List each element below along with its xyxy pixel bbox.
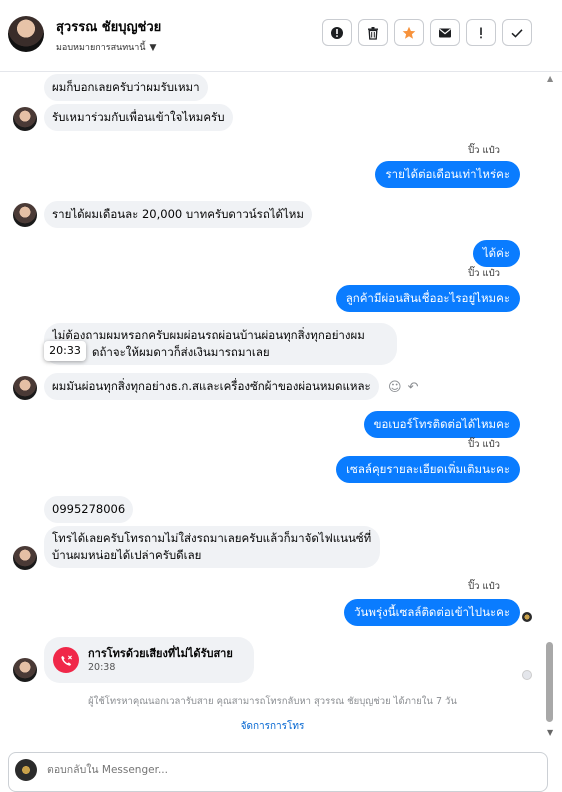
outgoing-message[interactable]: วันพรุ่งนี้เซลล์ติดต่อเข้าไปนะคะ [344,599,520,626]
contact-avatar-small [13,203,37,227]
sender-name: ปิ๊ว แป๋ว [468,145,500,156]
contact-avatar-small [13,107,37,131]
outgoing-message[interactable]: ได้ค่ะ [472,240,520,267]
missed-call-card[interactable]: การโทรด้วยเสียงที่ไม่ได้รับสาย 20:38 [44,637,254,683]
contact-avatar-small [13,546,37,570]
missed-call-title: การโทรด้วยเสียงที่ไม่ได้รับสาย [88,647,233,660]
page-avatar [15,759,37,781]
sender-name: ปิ๊ว แป๋ว [468,439,500,450]
incoming-message[interactable]: ไม่ต้องถามผมหรอกครับผมผ่อนรถผ่อนบ้านผ่อน… [44,323,397,365]
contact-avatar[interactable] [8,16,44,52]
assign-conversation-dropdown[interactable]: มอบหมายการสนทนานี้ ▼ [56,40,156,54]
seen-receipt-avatar [522,670,532,680]
manage-calls-link[interactable]: จัดการการโทร [0,719,545,734]
contact-name[interactable]: สุวรรณ ชัยบุญช่วย [56,16,161,37]
exclamation-icon [480,27,482,38]
incoming-message[interactable]: รับเหมาร่วมกับเพื่อนเข้าใจไหมครับ [44,104,233,131]
follow-up-button[interactable] [466,19,496,46]
contact-avatar-small [13,376,37,400]
incoming-message[interactable]: ผมมันผ่อนทุกสิ่งทุกอย่างธ.ก.สและเครื่องซ… [44,373,379,400]
reply-box[interactable] [8,752,548,792]
mark-unread-button[interactable] [430,19,460,46]
envelope-icon [439,28,451,37]
message-line: ไม่ต้องถามผมหรอกครับผมผ่อนรถผ่อนบ้านผ่อน… [52,328,365,342]
timestamp-tooltip: 20:33 [44,341,86,361]
incoming-message[interactable]: ผมก็บอกเลยครับว่าผมรับเหมา [44,74,208,101]
assign-label: มอบหมายการสนทนานี้ [56,43,146,53]
callback-notice: ผู้ใช้โทรหาคุณนอกเวลารับสาย คุณสามารถโทร… [88,696,457,707]
conversation-header: สุวรรณ ชัยบุญช่วย มอบหมายการสนทนานี้ ▼ [0,0,562,72]
contact-avatar-small [13,658,37,682]
star-icon [402,26,416,39]
outgoing-message[interactable]: ขอเบอร์โทรติดต่อได้ไหมคะ [363,411,520,438]
scroll-up-arrow-icon[interactable]: ▲ [547,74,553,83]
message-list[interactable]: ผมก็บอกเลยครับว่าผมรับเหมา รับเหมาร่วมกั… [0,72,545,744]
mark-spam-button[interactable] [322,19,352,46]
scrollbar[interactable]: ▲ ▼ [546,72,556,744]
seen-receipt-avatar [522,612,532,622]
incoming-message[interactable]: 0995278006 [44,496,134,523]
reply-icon[interactable]: ↶ [408,380,419,395]
missed-call-time: 20:38 [88,662,116,673]
outgoing-message[interactable]: รายได้ต่อเดือนเท่าไหร่คะ [375,161,520,188]
missed-call-icon [53,647,79,673]
message-line: โทรได้เลยครับโทรถามไม่ใส่งรถมาเลยครับแล้… [52,531,372,545]
scrollbar-thumb[interactable] [546,642,553,722]
incoming-message[interactable]: รายได้ผมเดือนละ 20,000 บาทครับดาวน์รถได้… [44,201,312,228]
star-button[interactable] [394,19,424,46]
trash-icon [368,26,378,40]
check-icon [511,28,523,38]
reply-input[interactable] [45,763,449,777]
mark-done-button[interactable] [502,19,532,46]
sender-name: ปิ๊ว แป๋ว [468,268,500,279]
scroll-down-arrow-icon[interactable]: ▼ [547,728,553,737]
emoji-react-icon[interactable]: ☺ [388,380,402,395]
message-actions: ☺ ↶ [388,380,418,395]
chevron-down-icon: ▼ [149,43,157,53]
delete-button[interactable] [358,19,388,46]
message-line: ดถ้าจะให้ผมดาวก็ส่งเงินมารถมาเลย [92,345,270,359]
alert-icon [331,26,343,39]
sender-name: ปิ๊ว แป๋ว [468,581,500,592]
outgoing-message[interactable]: เซลล์คุยรายละเอียดเพิ่มเติมนะคะ [336,456,520,483]
message-line: บ้านผมหน่อยได้เปล่าครับดีเลย [52,548,202,562]
incoming-message[interactable]: โทรได้เลยครับโทรถามไม่ใส่งรถมาเลยครับแล้… [44,526,380,568]
outgoing-message[interactable]: ลูกค้ามีผ่อนสินเชื่ออะไรอยู่ไหมคะ [335,285,520,312]
